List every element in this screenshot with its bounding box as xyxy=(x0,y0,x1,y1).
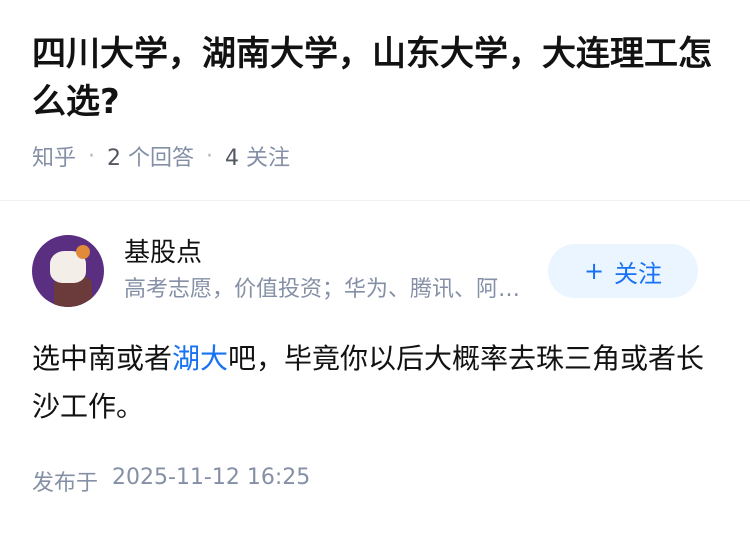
source-label[interactable]: 知乎 xyxy=(32,140,76,172)
question-meta: 知乎 · 2 个回答 · 4 关注 xyxy=(32,140,718,172)
avatar[interactable] xyxy=(32,235,104,307)
publish-info: 发布于 2025-11-12 16:25 xyxy=(32,465,718,497)
answer-card: 基股点 高考志愿，价值投资；华为、腾讯、阿里、小米… + 关注 选中南或者湖大吧… xyxy=(0,235,750,497)
question-title[interactable]: 四川大学，湖南大学，山东大学，大连理工怎么选? xyxy=(32,30,722,126)
answer-count-label: 个回答 xyxy=(128,146,195,171)
author-name[interactable]: 基股点 xyxy=(124,236,544,270)
follower-count: 4 xyxy=(225,146,240,171)
avatar-figure-ear xyxy=(76,245,90,259)
separator-dot: · xyxy=(206,143,214,169)
content-link[interactable]: 湖大 xyxy=(172,342,228,375)
author-info: 基股点 高考志愿，价值投资；华为、腾讯、阿里、小米… xyxy=(124,236,544,306)
plus-icon: + xyxy=(583,257,605,285)
follow-button[interactable]: + 关注 xyxy=(548,244,698,298)
follower-count-link[interactable]: 4 关注 xyxy=(225,140,290,172)
follower-count-label: 关注 xyxy=(246,146,291,171)
published-label: 发布于 xyxy=(32,471,99,496)
author-row: 基股点 高考志愿，价值投资；华为、腾讯、阿里、小米… + 关注 xyxy=(32,235,718,307)
author-bio: 高考志愿，价值投资；华为、腾讯、阿里、小米… xyxy=(124,277,534,302)
follow-button-label: 关注 xyxy=(614,259,663,288)
answer-count: 2 xyxy=(107,146,122,171)
answer-content: 选中南或者湖大吧，毕竟你以后大概率去珠三角或者长沙工作。 xyxy=(32,335,718,431)
answer-count-link[interactable]: 2 个回答 xyxy=(107,140,194,172)
separator-dot: · xyxy=(88,143,96,169)
section-divider xyxy=(0,200,750,201)
content-text-before: 选中南或者 xyxy=(32,342,173,375)
published-time: 2025-11-12 16:25 xyxy=(112,465,311,490)
question-header: 四川大学，湖南大学，山东大学，大连理工怎么选? 知乎 · 2 个回答 · 4 关… xyxy=(0,0,750,172)
